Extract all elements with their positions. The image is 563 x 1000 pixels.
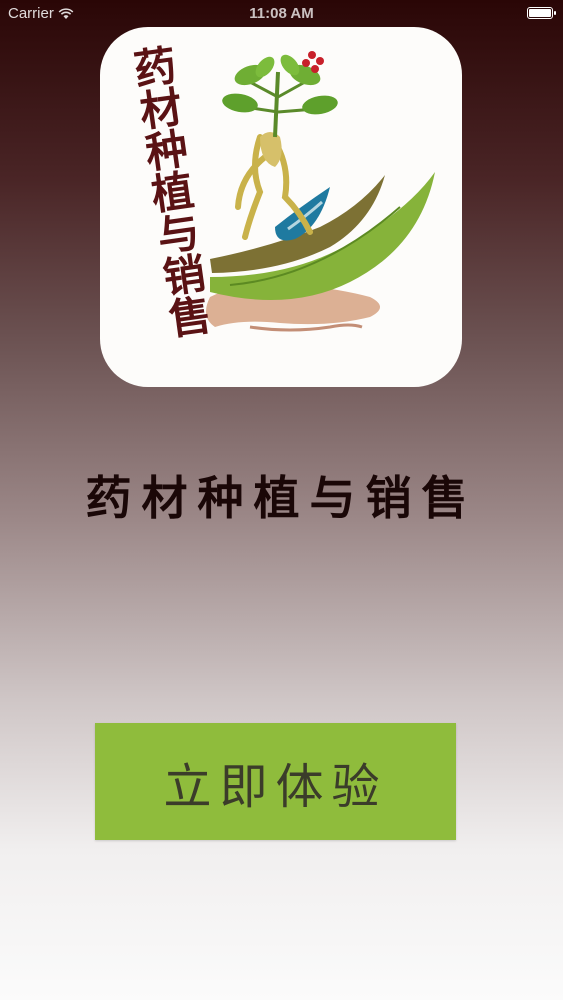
app-title: 药材种植与销售 xyxy=(85,471,478,525)
status-bar: Carrier 11:08 AM xyxy=(0,0,563,28)
status-time: 11:08 AM xyxy=(249,5,314,22)
start-experience-button[interactable]: 立即体验 xyxy=(95,723,456,840)
battery-icon xyxy=(527,7,556,19)
battery-fill xyxy=(529,9,551,17)
app-logo: 药材种植与销售 xyxy=(100,27,462,387)
